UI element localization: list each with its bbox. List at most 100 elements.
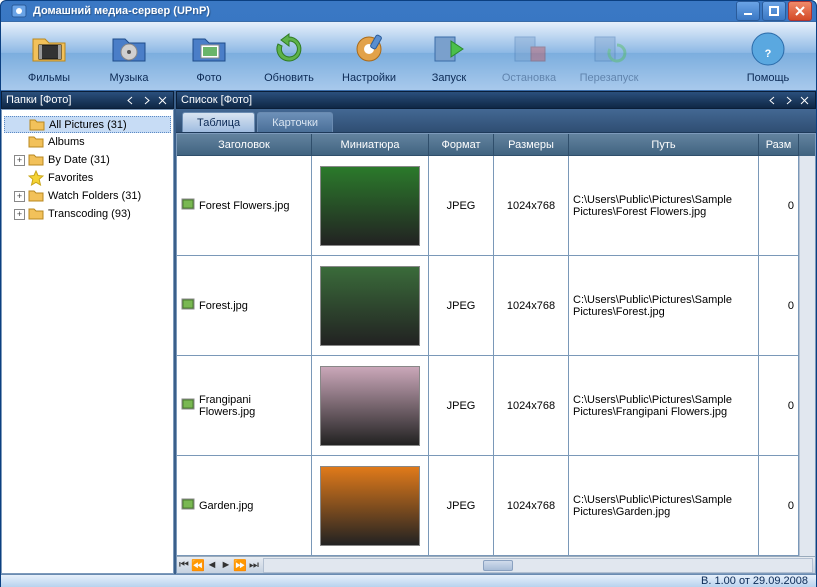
- minimize-button[interactable]: [736, 1, 760, 21]
- table-row[interactable]: Frangipani Flowers.jpgJPEG1024x768C:\Use…: [177, 356, 799, 456]
- app-window: Домашний медиа-сервер (UPnP) Фильмы Музы…: [0, 0, 817, 587]
- film-icon: [29, 29, 69, 69]
- tree-node[interactable]: +Transcoding (93): [4, 205, 171, 223]
- right-panel-header: Список [Фото]: [176, 91, 816, 109]
- grid-body[interactable]: Forest Flowers.jpgJPEG1024x768C:\Users\P…: [177, 156, 799, 556]
- file-format: JPEG: [429, 256, 494, 355]
- vertical-scrollbar[interactable]: [799, 156, 815, 556]
- tab-cards[interactable]: Карточки: [257, 112, 333, 132]
- panel-prev-icon[interactable]: [765, 93, 779, 107]
- table-row[interactable]: Forest Flowers.jpgJPEG1024x768C:\Users\P…: [177, 156, 799, 256]
- nav-prevpage-icon[interactable]: ⏪: [191, 558, 205, 572]
- help-button[interactable]: ? Помощь: [728, 22, 808, 90]
- refresh-label: Обновить: [264, 72, 314, 84]
- file-format: JPEG: [429, 456, 494, 555]
- panel-close-icon[interactable]: [155, 93, 169, 107]
- tree-node[interactable]: +Watch Folders (31): [4, 187, 171, 205]
- file-size: 0: [759, 356, 799, 455]
- table-row[interactable]: Garden.jpg JPEG1024x768C:\Users\Public\Pi…: [177, 456, 799, 556]
- stop-label: Остановка: [502, 72, 556, 84]
- left-panel: Папки [Фото] +All Pictures (31)+Albums+B…: [1, 91, 176, 574]
- nav-first-icon[interactable]: ⏮: [177, 558, 191, 572]
- restart-icon: [589, 29, 629, 69]
- films-label: Фильмы: [28, 72, 70, 84]
- image-icon: [181, 197, 195, 214]
- maximize-button[interactable]: [762, 1, 786, 21]
- tree-node[interactable]: +Albums: [4, 133, 171, 151]
- start-button[interactable]: Запуск: [409, 22, 489, 90]
- tree-node[interactable]: +All Pictures (31): [4, 116, 171, 133]
- file-title: Garden.jpg: [199, 500, 253, 512]
- col-dims[interactable]: Размеры: [494, 134, 569, 156]
- file-dims: 1024x768: [494, 256, 569, 355]
- panel-next-icon[interactable]: [781, 93, 795, 107]
- file-dims: 1024x768: [494, 456, 569, 555]
- col-path[interactable]: Путь: [569, 134, 759, 156]
- file-size: 0: [759, 456, 799, 555]
- version-label: В. 1.00 от 29.09.2008: [701, 575, 808, 587]
- table-row[interactable]: Forest.jpgJPEG1024x768C:\Users\Public\Pi…: [177, 256, 799, 356]
- titlebar[interactable]: Домашний медиа-сервер (UPnP): [1, 1, 816, 21]
- thumbnail: [320, 466, 420, 546]
- stop-button: Остановка: [489, 22, 569, 90]
- tree-node-label: All Pictures (31): [49, 119, 127, 131]
- col-format[interactable]: Формат: [429, 134, 494, 156]
- tree-node[interactable]: + By Date (31): [4, 151, 171, 169]
- help-icon: ?: [748, 29, 788, 69]
- col-thumb[interactable]: Миниатюра: [312, 134, 429, 156]
- file-path: C:\Users\Public\Pictures\Sample Pictures…: [569, 256, 759, 355]
- films-button[interactable]: Фильмы: [9, 22, 89, 90]
- tab-table-label: Таблица: [197, 117, 240, 129]
- expand-icon[interactable]: +: [14, 155, 25, 166]
- photo-label: Фото: [196, 72, 221, 84]
- settings-button[interactable]: Настройки: [329, 22, 409, 90]
- folder-icon: [28, 152, 44, 168]
- right-panel-caption: Список [Фото]: [181, 94, 763, 106]
- panel-next-icon[interactable]: [139, 93, 153, 107]
- col-size[interactable]: Разм: [759, 134, 799, 156]
- folder-icon: [28, 188, 44, 204]
- tab-table[interactable]: Таблица: [182, 112, 255, 132]
- tab-cards-label: Карточки: [272, 117, 318, 129]
- settings-label: Настройки: [342, 72, 396, 84]
- restart-label: Перезапуск: [580, 72, 639, 84]
- nav-next-icon[interactable]: ►: [219, 558, 233, 572]
- star-icon: [28, 170, 44, 186]
- file-path: C:\Users\Public\Pictures\Sample Pictures…: [569, 356, 759, 455]
- folder-tree[interactable]: +All Pictures (31)+Albums+By Date (31)+F…: [1, 109, 174, 574]
- app-icon: [11, 3, 27, 19]
- file-path: C:\Users\Public\Pictures\Sample Pictures…: [569, 156, 759, 255]
- file-dims: 1024x768: [494, 156, 569, 255]
- tree-node-label: By Date (31): [48, 154, 110, 166]
- tree-node[interactable]: +Favorites: [4, 169, 171, 187]
- file-path: C:\Users\Public\Pictures\Sample Pictures…: [569, 456, 759, 555]
- expand-icon[interactable]: +: [14, 209, 25, 220]
- main-toolbar: Фильмы Музыка Фото Обновить Настройки За…: [1, 21, 816, 91]
- music-label: Музыка: [110, 72, 149, 84]
- thumbnail: [320, 366, 420, 446]
- nav-prev-icon[interactable]: ◄: [205, 558, 219, 572]
- music-button[interactable]: Музыка: [89, 22, 169, 90]
- file-size: 0: [759, 256, 799, 355]
- col-title[interactable]: Заголовок: [177, 134, 312, 156]
- panel-prev-icon[interactable]: [123, 93, 137, 107]
- tree-node-label: Albums: [48, 136, 85, 148]
- nav-last-icon[interactable]: ⏭: [247, 558, 261, 572]
- panel-close-icon[interactable]: [797, 93, 811, 107]
- close-button[interactable]: [788, 1, 812, 21]
- file-format: JPEG: [429, 356, 494, 455]
- right-panel: Список [Фото] Таблица Карточки Заголовок…: [176, 91, 816, 574]
- nav-nextpage-icon[interactable]: ⏩: [233, 558, 247, 572]
- restart-button: Перезапуск: [569, 22, 649, 90]
- status-bar: В. 1.00 от 29.09.2008: [1, 574, 816, 587]
- horizontal-scrollbar[interactable]: [263, 558, 813, 573]
- window-title: Домашний медиа-сервер (UPnP): [33, 5, 734, 17]
- expand-icon[interactable]: +: [14, 191, 25, 202]
- folder-icon: [28, 206, 44, 222]
- image-icon: [181, 397, 195, 414]
- file-format: JPEG: [429, 156, 494, 255]
- file-size: 0: [759, 156, 799, 255]
- photo-button[interactable]: Фото: [169, 22, 249, 90]
- refresh-button[interactable]: Обновить: [249, 22, 329, 90]
- content-panes: Папки [Фото] +All Pictures (31)+Albums+B…: [1, 91, 816, 574]
